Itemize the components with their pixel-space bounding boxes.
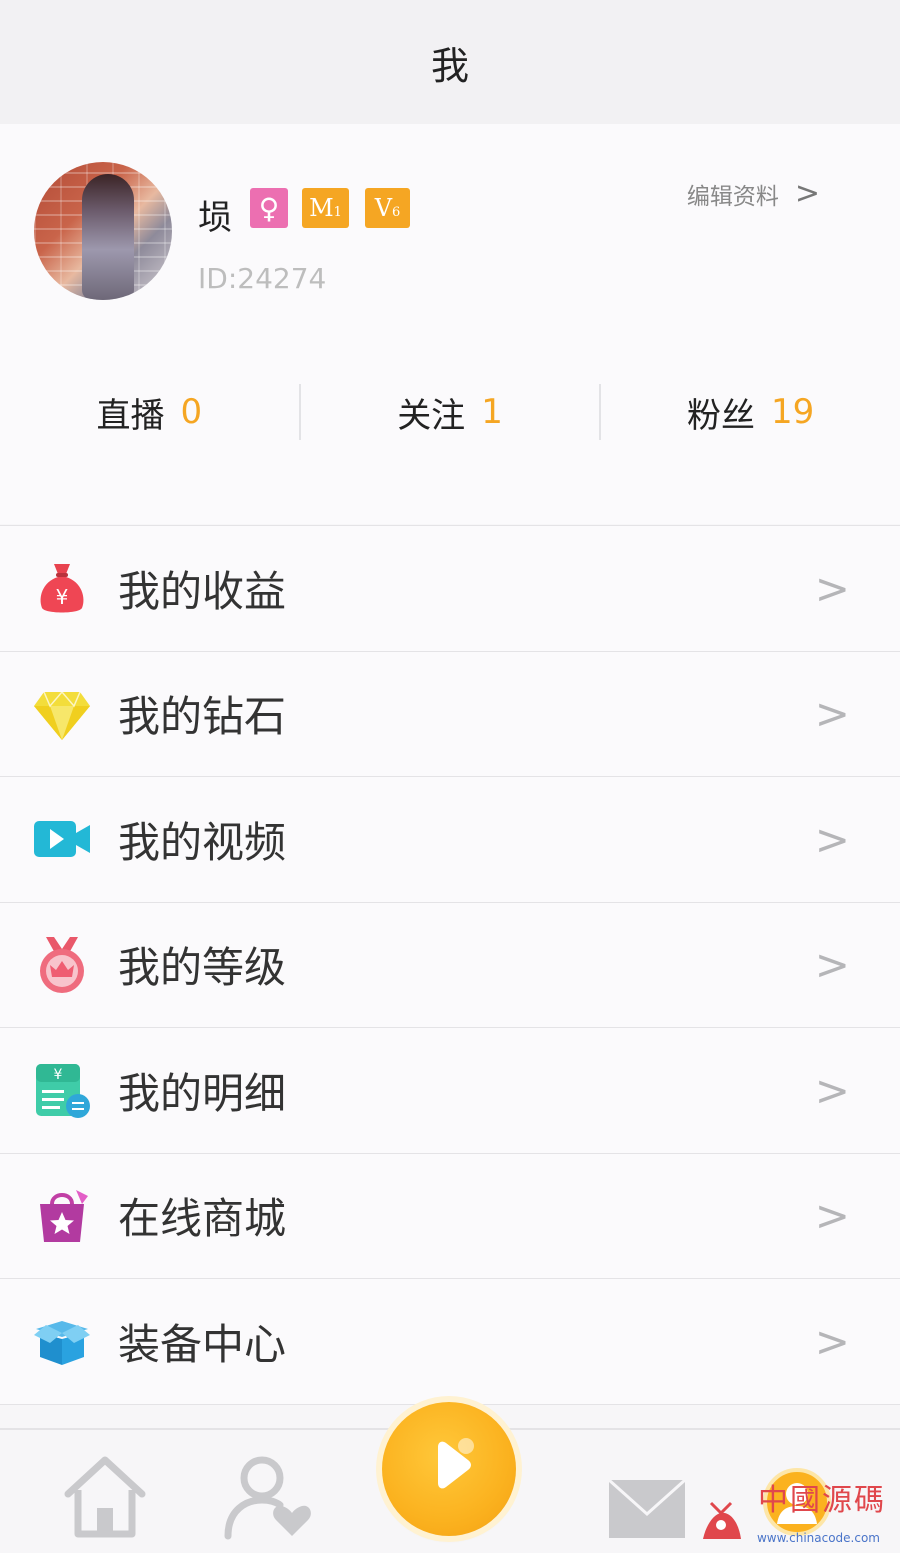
menu-label: 装备中心	[118, 1319, 287, 1369]
menu-item-diamonds[interactable]: 我的钻石 >	[0, 652, 900, 777]
menu-list: ¥ 我的收益 > 我的钻石 > 我的视频 > 我的等级 > ¥ 我的明细 > 在…	[0, 525, 900, 1405]
user-id: ID:24274	[198, 262, 327, 295]
chevron-right-icon: >	[814, 689, 850, 739]
chevron-right-icon: >	[814, 1316, 850, 1366]
avatar[interactable]	[34, 162, 172, 300]
menu-item-level[interactable]: 我的等级 >	[0, 903, 900, 1028]
menu-item-details[interactable]: ¥ 我的明细 >	[0, 1028, 900, 1154]
stat-label: 粉丝	[687, 395, 756, 436]
bottom-tab-bar: 中國源碼 www.chinacode.com	[0, 1402, 900, 1553]
edit-profile-label: 编辑资料	[686, 183, 779, 210]
medal-letter: M	[309, 194, 334, 222]
box-icon	[34, 1321, 90, 1366]
menu-item-earnings[interactable]: ¥ 我的收益 >	[0, 526, 900, 652]
stat-fans[interactable]: 粉丝 19	[601, 384, 900, 440]
svg-text:¥: ¥	[56, 585, 69, 609]
menu-label: 我的收益	[118, 566, 287, 616]
top-bar: 我	[0, 0, 900, 124]
chevron-right-icon: >	[794, 176, 820, 211]
menu-label: 我的钻石	[118, 692, 287, 742]
stat-value: 1	[481, 392, 503, 432]
mail-icon[interactable]	[605, 1450, 689, 1540]
bill-detail-icon: ¥	[36, 1064, 90, 1119]
menu-item-videos[interactable]: 我的视频 >	[0, 777, 900, 903]
medal-level: 1	[333, 204, 342, 220]
money-bag-icon: ¥	[40, 564, 84, 613]
play-live-icon[interactable]	[382, 1402, 516, 1536]
medal-level-badge: M1	[302, 188, 349, 228]
watermark-logo: 中國源碼 www.chinacode.com	[697, 1483, 892, 1549]
menu-item-equipment[interactable]: 装备中心 >	[0, 1279, 900, 1405]
chevron-right-icon: >	[814, 1191, 850, 1241]
chevron-right-icon: >	[814, 814, 850, 864]
menu-item-shop[interactable]: 在线商城 >	[0, 1154, 900, 1279]
play-triangle-icon	[438, 1438, 474, 1489]
profile-card: 埙 ♀ M1 V6 ID:24274 编辑资料 > 直播 0 关注 1 粉丝 1…	[0, 124, 900, 524]
svg-text:¥: ¥	[54, 1067, 63, 1083]
vip-letter: V	[374, 194, 393, 222]
stats-bar: 直播 0 关注 1 粉丝 19	[0, 384, 900, 440]
shopping-bag-icon	[40, 1189, 88, 1242]
stat-value: 19	[771, 392, 815, 432]
gender-female-icon: ♀	[250, 188, 288, 228]
menu-label: 我的视频	[118, 817, 287, 867]
vip-level: 6	[392, 204, 401, 220]
page-title: 我	[430, 43, 469, 88]
dragon-logo-icon	[703, 1501, 741, 1539]
watermark-url: www.chinacode.com	[756, 1531, 880, 1545]
chevron-right-icon: >	[814, 563, 850, 613]
follow-user-heart-icon[interactable]	[222, 1450, 312, 1540]
watermark-text: 中國源碼	[758, 1483, 886, 1518]
username: 埙	[198, 198, 232, 238]
chevron-right-icon: >	[814, 940, 850, 990]
menu-label: 在线商城	[118, 1194, 287, 1244]
stat-value: 0	[180, 392, 203, 432]
vip-level-badge: V6	[365, 188, 410, 228]
stat-label: 直播	[96, 395, 165, 436]
menu-label: 我的明细	[118, 1068, 287, 1118]
home-icon[interactable]	[60, 1450, 150, 1540]
stat-following[interactable]: 关注 1	[301, 384, 602, 440]
chevron-right-icon: >	[814, 1065, 850, 1115]
stat-label: 关注	[397, 395, 466, 436]
menu-label: 我的等级	[118, 943, 287, 993]
diamond-icon	[34, 690, 90, 740]
video-camera-icon	[34, 821, 90, 858]
edit-profile-link[interactable]: 编辑资料 >	[687, 176, 820, 211]
medal-crown-icon	[40, 936, 84, 993]
stat-live[interactable]: 直播 0	[0, 384, 301, 440]
avatar-figure	[82, 174, 134, 300]
